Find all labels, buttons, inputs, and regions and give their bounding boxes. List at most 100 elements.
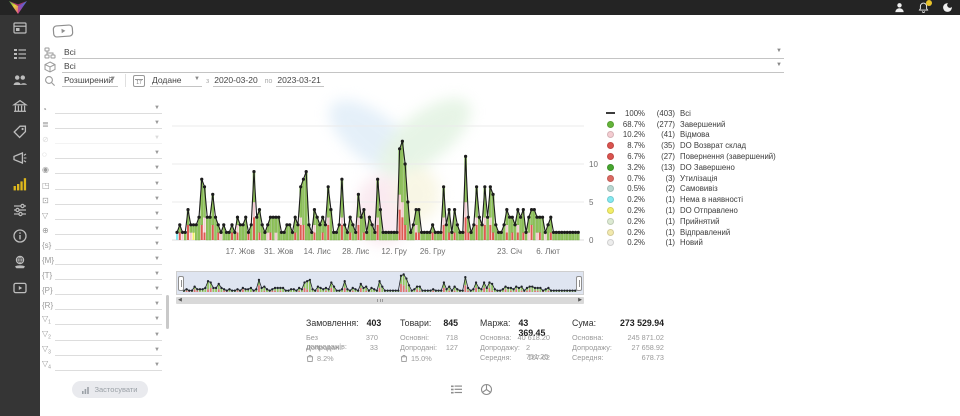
stat-sub-value: 40 618.20 [518, 333, 550, 343]
scrollbar-grip[interactable] [377, 299, 383, 302]
user-icon[interactable] [893, 1, 906, 14]
legend-label: Відправлений [680, 228, 730, 237]
legend-count: (1) [649, 206, 675, 215]
filter-dropdown[interactable]: ▼ [55, 117, 162, 129]
stat-title: Маржа: [480, 318, 510, 328]
legend-dot-swatch [607, 142, 614, 149]
legend-label: Завершений [680, 120, 725, 129]
legend-item[interactable]: 100%(403)Всі [606, 108, 796, 119]
legend-percent: 0.2% [619, 206, 645, 215]
svg-text:17. Жов: 17. Жов [226, 247, 255, 256]
filter-dropdown[interactable]: ▼ [55, 178, 162, 190]
brand-logo[interactable] [7, 0, 29, 16]
stat-sub-label: Допродажу: [572, 343, 612, 353]
stat-sub-label: Допродані: [400, 343, 437, 353]
legend-item[interactable]: 68.7%(277)Завершений [606, 119, 796, 130]
filter-dropdown[interactable]: ▼ [55, 223, 162, 235]
date-from-input[interactable]: 2020-03-20 [213, 75, 260, 87]
legend-percent: 0.2% [619, 217, 645, 226]
panel-filter-row: {R}▼ [42, 296, 162, 310]
sidebar-item-tags[interactable] [0, 119, 40, 145]
stat-title: Товари: [400, 318, 431, 328]
stats-column: Замовлення:403Без допродажів:370Допродан… [306, 318, 378, 363]
bars-icon [82, 386, 91, 394]
apply-button[interactable]: Застосувати [72, 381, 148, 398]
filter-dropdown[interactable]: ▼ [55, 162, 162, 174]
legend-item[interactable]: 8.7%(35)DO Возврат склад [606, 140, 796, 151]
panel-filter-row: {s}▼ [42, 236, 162, 250]
legend-item[interactable]: 10.2%(41)Відмова [606, 130, 796, 141]
filter-dropdown[interactable]: ▼ [55, 208, 162, 220]
date-field-dropdown[interactable]: Додане ▼ [150, 73, 202, 87]
product-filter-dropdown[interactable]: Всі ▼ [62, 59, 784, 73]
scroll-right-icon[interactable]: ▶ [576, 297, 584, 304]
chevron-down-icon: ▼ [776, 48, 782, 54]
legend-item[interactable]: 0.5%(2)Самовивіз [606, 184, 796, 195]
legend-item[interactable]: 0.2%(1)Новий [606, 238, 796, 249]
stats-column: Товари:845Основні:718Допродані:12715.0% [400, 318, 458, 363]
filter-dropdown[interactable]: ▼ [55, 238, 162, 250]
horizontal-scrollbar[interactable]: ◀ ▶ [176, 297, 584, 304]
divider [125, 74, 126, 87]
calendar-day: 17 [136, 80, 142, 86]
filter-dropdown[interactable]: ▼ [55, 344, 162, 356]
filter-dropdown[interactable]: ▼ [55, 193, 162, 205]
status-filter-value: Всі [64, 47, 76, 57]
sidebar-item-video-tutorials[interactable] [0, 275, 40, 301]
upsell-bag-icon [400, 354, 408, 362]
video-help-icon[interactable] [52, 23, 74, 39]
legend-dot-swatch [607, 153, 614, 160]
filter-dropdown[interactable]: ▼ [55, 102, 162, 114]
legend-item[interactable]: 0.2%(1)Нема в наявності [606, 194, 796, 205]
filter-dropdown[interactable]: ▼ [55, 359, 162, 371]
legend-dot-swatch [607, 164, 614, 171]
chevron-down-icon: ▼ [194, 76, 200, 82]
filter-dropdown[interactable]: ▼ [55, 329, 162, 341]
sidebar-item-orders-list[interactable] [0, 41, 40, 67]
filter-dropdown[interactable]: ▼ [55, 147, 162, 159]
sidebar-item-settings-sliders[interactable] [0, 197, 40, 223]
sidebar-item-info[interactable] [0, 223, 40, 249]
sidebar-item-customers[interactable] [0, 67, 40, 93]
sidebar-item-store[interactable] [0, 93, 40, 119]
sidebar-item-dashboard[interactable] [0, 15, 40, 41]
filter-dropdown[interactable]: ▼ [55, 268, 162, 280]
panel-scrollbar[interactable] [166, 295, 169, 329]
legend-item[interactable]: 6.7%(27)Повернення (завершений) [606, 151, 796, 162]
calendar-icon: 17 [133, 75, 145, 87]
product-filter-value: Всі [64, 61, 76, 71]
orders-chart[interactable]: 051017. Жов31. Жов14. Лис28. Лис12. Гру2… [172, 96, 604, 266]
sidebar-item-integrations[interactable] [0, 249, 40, 275]
date-field-value: Додане [152, 75, 182, 85]
filter-dropdown[interactable]: ▼ [55, 313, 162, 325]
filter-dropdown[interactable]: ▼ [55, 298, 162, 310]
legend-item[interactable]: 0.7%(3)Утилізація [606, 173, 796, 184]
timeline-brush[interactable] [176, 271, 584, 295]
theme-toggle-icon[interactable] [941, 1, 954, 14]
svg-text:28. Лис: 28. Лис [342, 247, 369, 256]
filter-dropdown[interactable]: ▼ [55, 253, 162, 265]
legend-item[interactable]: 0.2%(1)Прийнятий [606, 216, 796, 227]
legend-label: Утилізація [680, 174, 718, 183]
legend-item[interactable]: 0.2%(1)DO Отправлено [606, 205, 796, 216]
sidebar-item-marketing[interactable] [0, 145, 40, 171]
filter-dropdown[interactable]: ▼ [55, 132, 162, 144]
brush-handle-right[interactable] [576, 276, 582, 291]
scroll-left-icon[interactable]: ◀ [176, 297, 184, 304]
filter-icon: ≣ [42, 120, 55, 129]
table-view-icon[interactable] [450, 383, 463, 396]
search-mode-dropdown[interactable]: Розширений ▼ [62, 73, 118, 87]
legend-item[interactable]: 3.2%(13)DO Завершено [606, 162, 796, 173]
legend-item[interactable]: 0.2%(1)Відправлений [606, 227, 796, 238]
date-to-input[interactable]: 2023-03-21 [276, 75, 323, 87]
settings-sliders-icon [12, 202, 28, 218]
status-filter-dropdown[interactable]: Всі ▼ [62, 45, 784, 59]
filter-dropdown[interactable]: ▼ [55, 283, 162, 295]
chevron-down-icon: ▼ [154, 286, 160, 292]
brush-handle-left[interactable] [178, 276, 184, 291]
sidebar-item-analytics[interactable] [0, 171, 40, 197]
legend-label: DO Возврат склад [680, 141, 746, 150]
pie-view-icon[interactable] [480, 383, 493, 396]
stats-column: Сума:273 529.94Основна:245 871.02Допрода… [572, 318, 664, 363]
notifications-bell-icon[interactable] [917, 1, 930, 14]
